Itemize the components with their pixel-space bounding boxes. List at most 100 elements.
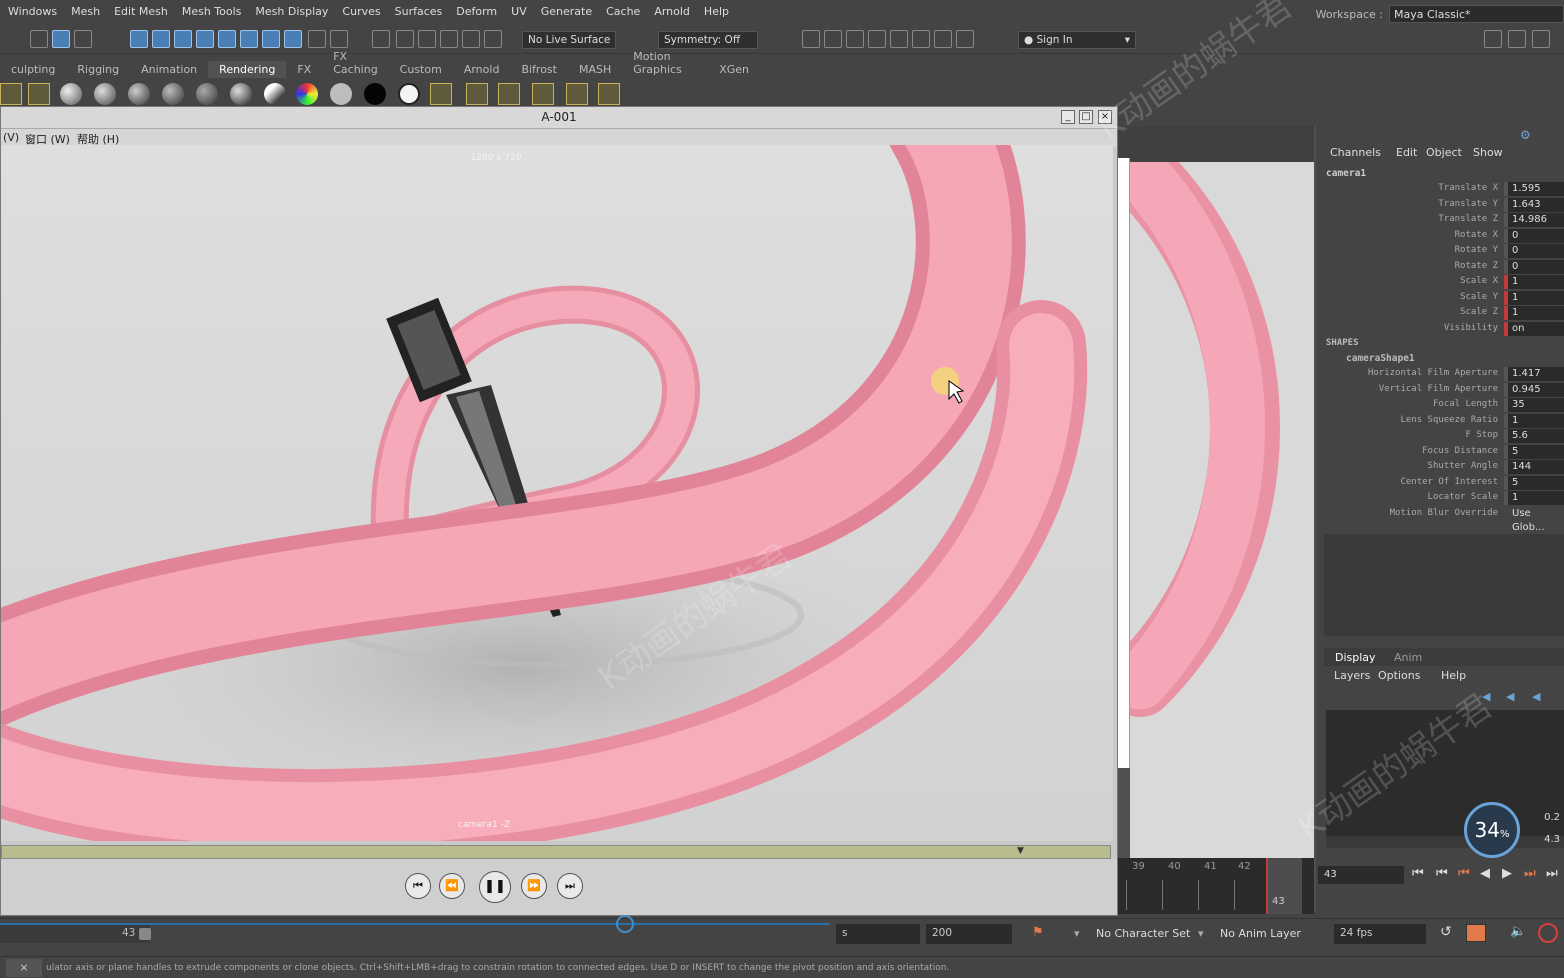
attribute-row[interactable]: Center Of Interest 5 xyxy=(1320,475,1564,491)
attribute-row[interactable]: Focal Length 35 xyxy=(1320,398,1564,413)
highlight-icon[interactable] xyxy=(330,30,348,48)
attribute-value-field[interactable]: 0 xyxy=(1504,259,1564,274)
step-forward-icon[interactable]: ⏭ xyxy=(1546,866,1558,881)
go-to-start-icon[interactable]: ⏮ xyxy=(405,873,431,899)
attribute-value-field[interactable]: 1 xyxy=(1504,290,1564,305)
modeling-toolkit-icon[interactable] xyxy=(934,30,952,48)
menu-item[interactable]: Mesh xyxy=(71,5,100,18)
channel-box-toggle-icon[interactable]: ⚙ xyxy=(1520,128,1531,142)
attribute-value-field[interactable]: 5 xyxy=(1504,444,1564,459)
batch-render-icon[interactable] xyxy=(466,83,488,105)
new-layer-selected-icon[interactable]: ◀ xyxy=(1506,690,1514,703)
shape-name[interactable]: cameraShape1 xyxy=(1346,353,1415,364)
snap-curve-icon[interactable] xyxy=(396,30,414,48)
loop-icon[interactable]: ↺ xyxy=(1440,924,1452,940)
anim-layer-dropdown[interactable]: No Anim Layer xyxy=(1220,927,1301,940)
attribute-editor-toggle-icon[interactable] xyxy=(1508,30,1526,48)
shelf-tab[interactable]: Arnold xyxy=(453,61,511,78)
step-back-key-icon[interactable]: ⏮ xyxy=(1458,866,1470,881)
attribute-row[interactable]: Rotate Y 0 xyxy=(1320,244,1564,259)
attribute-row[interactable]: Shutter Angle 144 xyxy=(1320,460,1564,475)
range-start-field[interactable]: s xyxy=(836,924,920,944)
options-menu[interactable]: Options xyxy=(1378,669,1420,682)
attribute-row[interactable]: Scale Y 1 xyxy=(1320,290,1564,306)
animation-preferences-icon[interactable] xyxy=(1466,924,1486,942)
range-knob-icon[interactable] xyxy=(616,915,634,933)
select-uv-icon[interactable] xyxy=(262,30,280,48)
arnold-render-icon[interactable] xyxy=(912,30,930,48)
step-forward-key-icon[interactable]: ⏭ xyxy=(1524,866,1536,881)
pause-button-icon[interactable]: ❚❚ xyxy=(479,871,511,903)
edit-menu[interactable]: Edit xyxy=(1396,146,1417,159)
attribute-value-field[interactable]: 0.945 xyxy=(1504,382,1564,397)
chevron-down-icon[interactable]: ▾ xyxy=(1198,927,1204,940)
sign-in-button[interactable]: ● Sign In ▾ xyxy=(1018,31,1136,49)
render-layer-icon[interactable] xyxy=(498,83,520,105)
attribute-value-field[interactable]: 1.417 xyxy=(1504,367,1564,381)
camera-icon[interactable] xyxy=(28,83,50,105)
close-icon[interactable]: × xyxy=(6,959,42,977)
help-menu[interactable]: Help xyxy=(1441,669,1466,682)
tab-anim[interactable]: Anim xyxy=(1394,651,1422,664)
surface-shader-black-icon[interactable] xyxy=(364,83,386,105)
attribute-value-field[interactable]: 1.595 xyxy=(1504,182,1564,196)
snap-view-icon[interactable] xyxy=(440,30,458,48)
attribute-row[interactable]: Translate X 1.595 xyxy=(1320,182,1564,197)
attribute-value-field[interactable]: 14.986 xyxy=(1504,213,1564,227)
attribute-row[interactable]: Lens Squeeze Ratio 1 xyxy=(1320,413,1564,429)
snap-point-icon[interactable] xyxy=(418,30,436,48)
snap-grid-icon[interactable] xyxy=(372,30,390,48)
render-frame-icon[interactable] xyxy=(824,30,842,48)
select-misc-icon[interactable] xyxy=(284,30,302,48)
select-tool-icon[interactable] xyxy=(30,30,48,48)
menu-item[interactable]: Mesh Tools xyxy=(182,5,242,18)
menu-item[interactable]: Deform xyxy=(456,5,497,18)
menu-item[interactable]: Edit Mesh xyxy=(114,5,168,18)
menu-item[interactable]: Surfaces xyxy=(395,5,443,18)
ambient-light-icon[interactable] xyxy=(196,83,218,105)
shelf-tab[interactable]: FX Caching xyxy=(322,48,388,78)
directional-light-icon[interactable] xyxy=(264,83,286,105)
viewport-canvas[interactable] xyxy=(1130,162,1314,910)
menu-item[interactable]: Windows xyxy=(8,5,57,18)
light-link-icon[interactable] xyxy=(532,83,554,105)
render-settings-icon[interactable] xyxy=(868,30,886,48)
attribute-row[interactable]: Motion Blur Override Use Glob... xyxy=(1320,507,1564,533)
phong-material-icon[interactable] xyxy=(162,83,184,105)
move-layer-up-icon[interactable]: ◀ xyxy=(1532,690,1540,703)
select-vertex-icon[interactable] xyxy=(196,30,214,48)
layers-menu[interactable]: Layers xyxy=(1334,669,1370,682)
lock-icon[interactable] xyxy=(308,30,326,48)
paint-effects-icon[interactable] xyxy=(598,83,620,105)
select-by-hierarchy-icon[interactable] xyxy=(130,30,148,48)
attribute-row[interactable]: Translate Y 1.643 xyxy=(1320,197,1564,213)
attribute-value-field[interactable]: 1 xyxy=(1504,491,1564,505)
ipr-render-icon[interactable] xyxy=(846,30,864,48)
show-menu[interactable]: Show xyxy=(1473,146,1503,159)
chevron-down-icon[interactable]: ▾ xyxy=(1074,927,1080,940)
play-backwards-icon[interactable]: ◀ xyxy=(1480,866,1490,881)
attribute-value-field[interactable]: 5 xyxy=(1504,475,1564,490)
blinn-material-icon[interactable] xyxy=(128,83,150,105)
snap-pivot-icon[interactable] xyxy=(484,30,502,48)
minimize-icon[interactable]: _ xyxy=(1061,110,1075,124)
play-forwards-icon[interactable]: ▶ xyxy=(1502,866,1512,881)
surface-shader-white-icon[interactable] xyxy=(398,83,420,105)
object-menu[interactable]: Object xyxy=(1426,146,1462,159)
shelf-tab[interactable]: FX xyxy=(286,61,322,78)
menu-item[interactable]: Generate xyxy=(541,5,592,18)
attribute-row[interactable]: Visibility on xyxy=(1320,321,1564,337)
attribute-row[interactable]: F Stop 5.6 xyxy=(1320,429,1564,444)
fps-dropdown[interactable]: 24 fps xyxy=(1334,924,1426,944)
object-name[interactable]: camera1 xyxy=(1326,168,1366,179)
hypershade-icon[interactable] xyxy=(890,30,908,48)
attribute-row[interactable]: Locator Scale 1 xyxy=(1320,491,1564,506)
attribute-row[interactable]: Focus Distance 5 xyxy=(1320,444,1564,460)
select-edge-icon[interactable] xyxy=(218,30,236,48)
maximize-icon[interactable]: □ xyxy=(1079,110,1093,124)
modeling-toolkit-toggle-icon[interactable] xyxy=(1484,30,1502,48)
surface-shader-grey-icon[interactable] xyxy=(330,83,352,105)
menu-item[interactable]: Help xyxy=(704,5,729,18)
shelf-tab[interactable]: Bifrost xyxy=(510,61,568,78)
render-history-icon[interactable] xyxy=(802,30,820,48)
